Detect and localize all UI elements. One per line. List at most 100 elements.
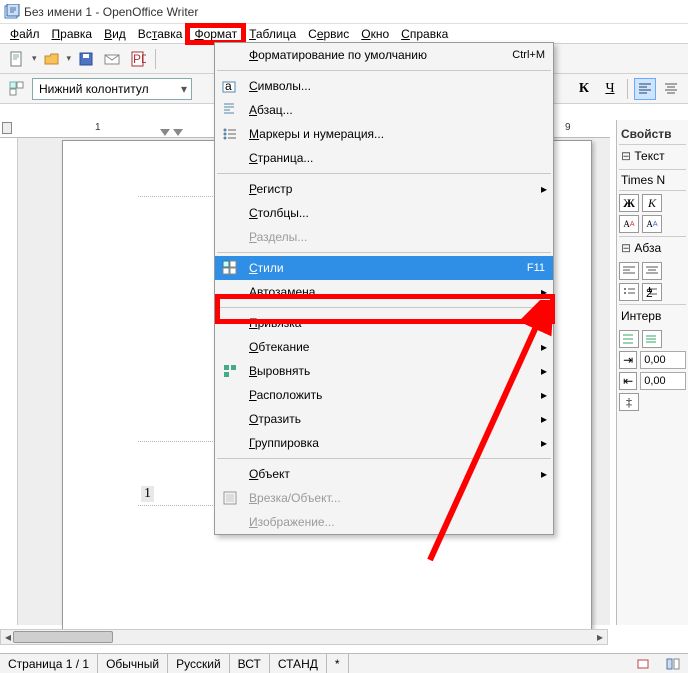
panel-section-para[interactable]: Абза [634, 241, 661, 255]
menu-item-привязка[interactable]: Привязка ▸ [215, 311, 553, 335]
menu-item-label: Автозамена [249, 285, 315, 299]
save-icon[interactable] [75, 48, 97, 70]
spacing-inc-icon[interactable] [619, 330, 639, 348]
horizontal-scrollbar[interactable]: ◂ ▸ [0, 629, 608, 645]
bold-button[interactable]: Ж [619, 194, 639, 212]
status-style[interactable]: Обычный [98, 654, 168, 673]
menu-item-обтекание[interactable]: Обтекание▸ [215, 335, 553, 359]
menu-item-label: Регистр [249, 182, 292, 196]
menu-item-группировка[interactable]: Группировка▸ [215, 431, 553, 455]
align-left-icon[interactable] [634, 78, 656, 100]
indent-bottom-icon[interactable]: ⇤ [619, 372, 637, 390]
menu-item-страница-[interactable]: Страница... [215, 146, 553, 170]
open-icon[interactable] [41, 48, 63, 70]
statusbar: Страница 1 / 1 Обычный Русский ВСТ СТАНД… [0, 653, 688, 673]
menu-item-символы-[interactable]: aСимволы... [215, 74, 553, 98]
align-center-icon[interactable] [660, 78, 682, 100]
line-spacing-icon[interactable]: ‡ [619, 393, 639, 411]
vertical-ruler[interactable] [0, 138, 18, 625]
menu-item-маркеры-и-нумерация-[interactable]: Маркеры и нумерация... [215, 122, 553, 146]
submenu-arrow-icon: ▸ [541, 364, 547, 378]
indent-before-spinner[interactable]: 0,00 [640, 351, 686, 369]
menu-item-label: Разделы... [249, 230, 307, 244]
capitalize-icon[interactable]: Ч [599, 78, 621, 100]
panel-section-text[interactable]: Текст [634, 149, 664, 163]
properties-panel: Свойств ⊟ Текст Times N Ж К AA AA ⊟ Абза… [616, 120, 688, 625]
submenu-arrow-icon: ▸ [541, 388, 547, 402]
spacing-dec-icon[interactable] [642, 330, 662, 348]
submenu-arrow-icon: ▸ [541, 436, 547, 450]
status-selection-mode[interactable]: СТАНД [270, 654, 327, 673]
menu-item-врезка-объект-: Врезка/Объект... [215, 486, 553, 510]
menu-item-label: Абзац... [249, 103, 293, 117]
menu-item-стили[interactable]: СтилиF11 [215, 256, 553, 280]
submenu-arrow-icon: ▸ [541, 285, 547, 299]
menu-shortcut: Ctrl+M [512, 49, 545, 61]
menu-table[interactable]: Таблица [243, 26, 302, 42]
submenu-arrow-icon: ▸ [541, 340, 547, 354]
status-signature-icon[interactable] [628, 654, 658, 673]
scrollbar-thumb[interactable] [13, 631, 113, 643]
menu-item-label: Изображение... [249, 515, 335, 529]
indent-top-icon[interactable]: ⇥ [619, 351, 637, 369]
menu-insert[interactable]: Вставка [132, 26, 189, 42]
menu-item-label: Столбцы... [249, 206, 309, 220]
menu-item-столбцы-[interactable]: Столбцы... [215, 201, 553, 225]
menu-item-label: Привязка [249, 316, 301, 330]
menu-tools[interactable]: Сервис [302, 26, 355, 42]
menu-item-автозамена[interactable]: Автозамена ▸ [215, 280, 553, 304]
ruler-number: 9 [565, 122, 571, 133]
status-lang[interactable]: Русский [168, 654, 230, 673]
menu-item-label: Объект [249, 467, 290, 481]
menu-item-абзац-[interactable]: Абзац... [215, 98, 553, 122]
pdf-icon[interactable]: PDF [127, 48, 149, 70]
mail-icon[interactable] [101, 48, 123, 70]
styles-icon [221, 259, 239, 277]
para-align-left-icon[interactable] [619, 262, 639, 280]
menu-help[interactable]: Справка [395, 26, 454, 42]
ruler-number: 1 [95, 122, 101, 133]
menu-file[interactable]: Файл [4, 26, 46, 42]
para-align-center-icon[interactable] [642, 262, 662, 280]
menu-view[interactable]: Вид [98, 26, 132, 42]
submenu-arrow-icon: ▸ [541, 316, 547, 330]
styles-window-icon[interactable] [6, 78, 28, 100]
menu-item-label: Выровнять [249, 364, 310, 378]
submenu-arrow-icon: ▸ [541, 467, 547, 481]
menu-item-label: Врезка/Объект... [249, 491, 341, 505]
font-shrink-icon[interactable]: AA [642, 215, 662, 233]
menu-item-выровнять[interactable]: Выровнять ▸ [215, 359, 553, 383]
menu-item-регистр[interactable]: Регистр ▸ [215, 177, 553, 201]
italic-button[interactable]: К [642, 194, 662, 212]
menu-format[interactable]: Формат [188, 26, 243, 42]
window-title: Без имени 1 - OpenOffice Writer [24, 5, 198, 19]
format-menu-dropdown: Форматирование по умолчаниюCtrl+M aСимвол… [214, 42, 554, 535]
menu-item-объект[interactable]: Объект ▸ [215, 462, 553, 486]
menu-item-label: Расположить [249, 388, 322, 402]
font-grow-icon[interactable]: AA [619, 215, 639, 233]
app-icon [4, 4, 20, 20]
ruler-grip-icon[interactable] [2, 122, 12, 134]
menu-shortcut: F11 [527, 262, 545, 274]
menu-item-label: Страница... [249, 151, 313, 165]
menubar: Файл Правка Вид Вставка Формат Таблица С… [0, 24, 688, 44]
scroll-right-icon[interactable]: ▸ [593, 630, 607, 644]
menu-window[interactable]: Окно [355, 26, 395, 42]
bullet-list-icon[interactable] [619, 283, 639, 301]
paragraph-style-select[interactable]: Нижний колонтитул [32, 78, 192, 100]
menu-item-расположить[interactable]: Расположить ▸ [215, 383, 553, 407]
submenu-arrow-icon: ▸ [541, 182, 547, 196]
number-list-icon[interactable]: 12 [642, 283, 662, 301]
new-doc-icon[interactable] [6, 48, 28, 70]
status-layout-icon[interactable] [658, 654, 688, 673]
menu-edit[interactable]: Правка [46, 26, 99, 42]
menu-item-отразить[interactable]: Отразить▸ [215, 407, 553, 431]
cyrillic-k-icon[interactable]: К [573, 78, 595, 100]
font-name-select[interactable]: Times N [619, 169, 686, 191]
menu-item-label: Маркеры и нумерация... [249, 127, 384, 141]
page-number-field[interactable]: 1 [141, 486, 154, 502]
status-insert-mode[interactable]: ВСТ [230, 654, 270, 673]
menu-item-форматирование-по-умолчанию[interactable]: Форматирование по умолчаниюCtrl+M [215, 43, 553, 67]
indent-after-spinner[interactable]: 0,00 [640, 372, 686, 390]
panel-title: Свойств [619, 124, 686, 144]
